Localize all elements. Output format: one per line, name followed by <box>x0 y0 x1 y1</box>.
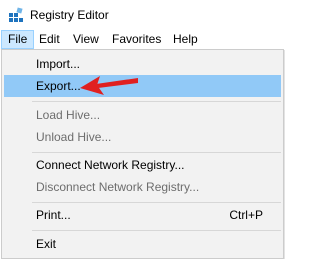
menu-bar: File Edit View Favorites Help <box>0 30 289 50</box>
menu-view[interactable]: View <box>67 30 105 49</box>
menu-item-load-hive: Load Hive... <box>36 108 101 122</box>
window-content-edge <box>284 50 289 259</box>
menu-item-import[interactable]: Import... <box>4 53 281 75</box>
title-bar: Registry Editor <box>0 0 289 30</box>
menu-separator <box>32 202 281 203</box>
menu-item-connect-network-registry[interactable]: Connect Network Registry... <box>4 154 281 176</box>
arrow-shaft <box>96 78 138 88</box>
menu-item-print[interactable]: Print... Ctrl+P <box>4 204 281 226</box>
file-menu-dropdown: Import... Export... Load Hive... Unload … <box>1 49 284 259</box>
menu-item-print-label: Print... <box>36 208 71 222</box>
menu-item-print-shortcut: Ctrl+P <box>229 208 263 222</box>
red-arrow-icon <box>80 76 138 95</box>
menu-item-unload-hive: Unload Hive... <box>36 130 112 144</box>
menu-help[interactable]: Help <box>167 30 204 49</box>
window-title: Registry Editor <box>30 8 109 22</box>
menu-separator <box>32 230 281 231</box>
menu-separator <box>32 101 281 102</box>
menu-separator <box>32 152 281 153</box>
registry-editor-icon <box>9 7 23 22</box>
menu-edit[interactable]: Edit <box>33 30 66 49</box>
menu-file[interactable]: File <box>1 30 35 49</box>
menu-item-disconnect-network-registry: Disconnect Network Registry... <box>36 180 200 194</box>
menu-item-exit[interactable]: Exit <box>4 233 281 255</box>
menu-favorites[interactable]: Favorites <box>106 30 167 49</box>
menu-item-export[interactable]: Export... <box>4 75 281 97</box>
